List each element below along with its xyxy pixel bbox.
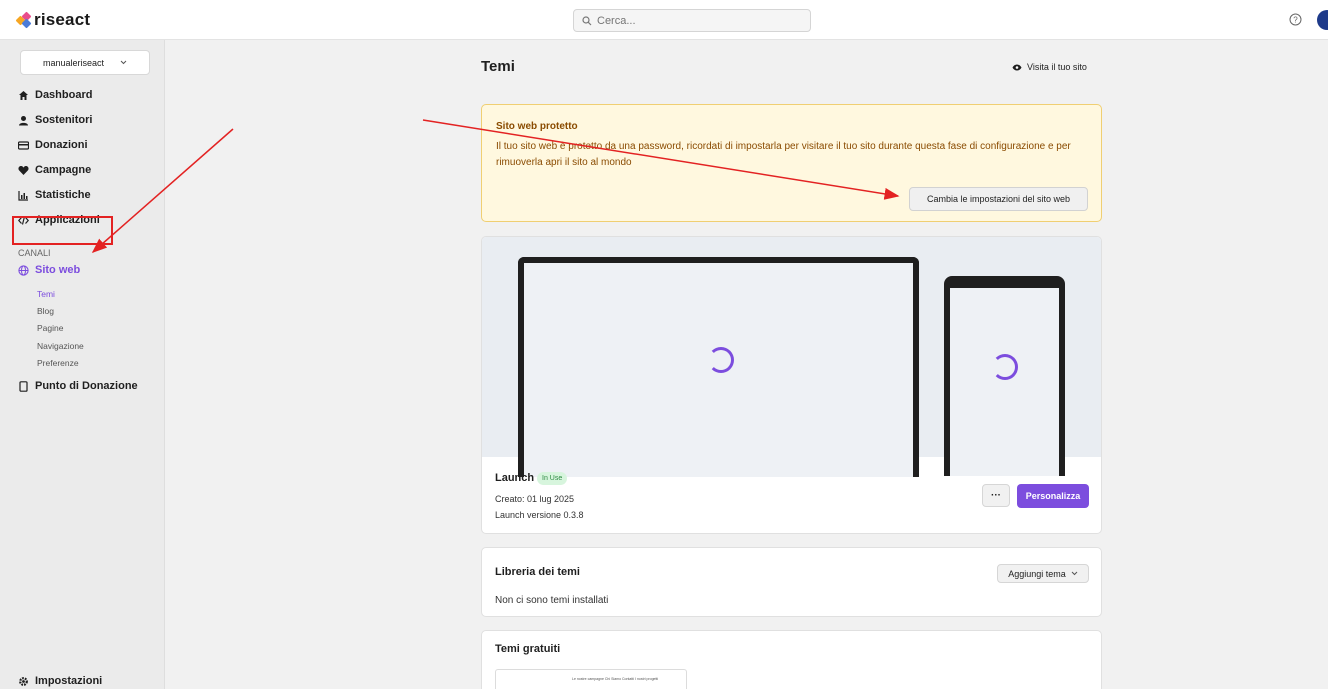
change-site-settings-button[interactable]: Cambia le impostazioni del sito web xyxy=(909,187,1088,211)
free-themes-title: Temi gratuiti xyxy=(495,643,561,655)
user-icon xyxy=(19,115,28,125)
sidebar-item-sostenitori[interactable]: Sostenitori xyxy=(18,112,92,128)
app-name: riseact xyxy=(34,10,91,29)
sidebar-item-label: Impostazioni xyxy=(35,675,103,687)
svg-text:?: ? xyxy=(1293,15,1298,24)
sidebar-item-punto-di-donazione[interactable]: Punto di Donazione xyxy=(18,378,138,394)
visit-site-link[interactable]: Visita il tuo sito xyxy=(1012,62,1087,72)
sidebar-item-statistiche[interactable]: Statistiche xyxy=(18,187,91,203)
sidebar-subitem-pagine[interactable]: Pagine xyxy=(37,323,63,333)
visit-site-label: Visita il tuo sito xyxy=(1027,62,1087,72)
sidebar-subitem-preferenze[interactable]: Preferenze xyxy=(37,358,79,368)
sidebar-item-campagne[interactable]: Campagne xyxy=(18,162,91,178)
gear-icon xyxy=(19,676,28,686)
eye-icon xyxy=(1012,64,1022,70)
sidebar-subitem-blog[interactable]: Blog xyxy=(37,306,54,316)
store-selector[interactable]: manualeriseact xyxy=(20,50,150,75)
top-bar: riseact ? xyxy=(0,0,1328,40)
theme-version: Launch versione 0.3.8 xyxy=(495,510,584,520)
sidebar-item-impostazioni[interactable]: Impostazioni xyxy=(18,675,102,687)
more-options-button[interactable]: ··· xyxy=(982,484,1010,507)
theme-created-date: Creato: 01 lug 2025 xyxy=(495,494,575,504)
banner-text: Il tuo sito web è protetto da una passwo… xyxy=(496,141,1071,168)
sidebar-item-label: Sito web xyxy=(35,264,81,276)
protected-site-banner: Sito web protetto Il tuo sito web è prot… xyxy=(481,104,1102,222)
search-icon xyxy=(582,15,592,25)
logo-mark-icon xyxy=(15,11,32,29)
heart-icon xyxy=(18,165,29,175)
annotation-highlight-box xyxy=(12,216,113,245)
loading-spinner-icon xyxy=(708,347,734,373)
theme-library-card: Libreria dei temi Non ci sono temi insta… xyxy=(481,547,1102,617)
search-input[interactable] xyxy=(597,14,797,27)
loading-spinner-icon xyxy=(992,354,1018,380)
sidebar-item-dashboard[interactable]: Dashboard xyxy=(18,87,92,103)
sidebar-subitem-temi[interactable]: Temi xyxy=(37,289,55,299)
add-theme-button[interactable]: Aggiungi tema xyxy=(997,564,1089,583)
store-name: manualeriseact xyxy=(42,57,105,68)
globe-icon xyxy=(18,264,29,276)
sidebar-item-label: Campagne xyxy=(35,164,92,176)
sidebar-item-label: Sostenitori xyxy=(35,114,93,126)
theme-name: Launch xyxy=(495,472,535,484)
current-theme-card: Launch In Use Creato: 01 lug 2025 Launch… xyxy=(481,236,1102,534)
free-theme-thumbnail[interactable]: Le nostre campagne Chi Siamo Contatti I … xyxy=(495,669,687,689)
section-label-canali: CANALI xyxy=(18,248,51,258)
banner-title: Sito web protetto xyxy=(496,121,578,132)
search-box[interactable] xyxy=(573,9,811,32)
sidebar: manualeriseact Dashboard Sostenitori Don… xyxy=(0,40,165,689)
desktop-preview-frame xyxy=(518,257,919,477)
user-avatar[interactable] xyxy=(1317,10,1328,30)
free-themes-card: Temi gratuiti Le nostre campagne Chi Sia… xyxy=(481,630,1102,689)
status-badge: In Use xyxy=(537,472,568,485)
tablet-icon xyxy=(19,380,28,392)
sidebar-item-label: Dashboard xyxy=(35,89,93,101)
sidebar-item-label: Punto di Donazione xyxy=(35,380,138,392)
library-title: Libreria dei temi xyxy=(495,566,580,578)
add-theme-label: Aggiungi tema xyxy=(1008,568,1066,579)
chevron-down-icon xyxy=(1071,571,1078,576)
card-icon xyxy=(18,140,29,150)
library-empty-text: Non ci sono temi installati xyxy=(495,595,609,606)
thumbnail-nav-text: Le nostre campagne Chi Siamo Contatti I … xyxy=(572,677,659,681)
mobile-preview-frame xyxy=(944,276,1065,476)
sidebar-item-donazioni[interactable]: Donazioni xyxy=(18,137,88,153)
chart-icon xyxy=(18,190,28,201)
sidebar-subitem-navigazione[interactable]: Navigazione xyxy=(37,341,84,351)
sidebar-item-label: Donazioni xyxy=(35,139,88,151)
riseact-logo[interactable]: riseact xyxy=(15,10,91,30)
page-title: Temi xyxy=(481,58,515,75)
theme-preview xyxy=(482,237,1101,477)
home-icon xyxy=(19,90,28,100)
help-icon[interactable]: ? xyxy=(1289,13,1302,26)
customize-button[interactable]: Personalizza xyxy=(1017,484,1089,508)
sidebar-item-sito-web[interactable]: Sito web xyxy=(18,262,80,278)
chevron-down-icon xyxy=(120,60,127,65)
sidebar-item-label: Statistiche xyxy=(35,189,91,201)
